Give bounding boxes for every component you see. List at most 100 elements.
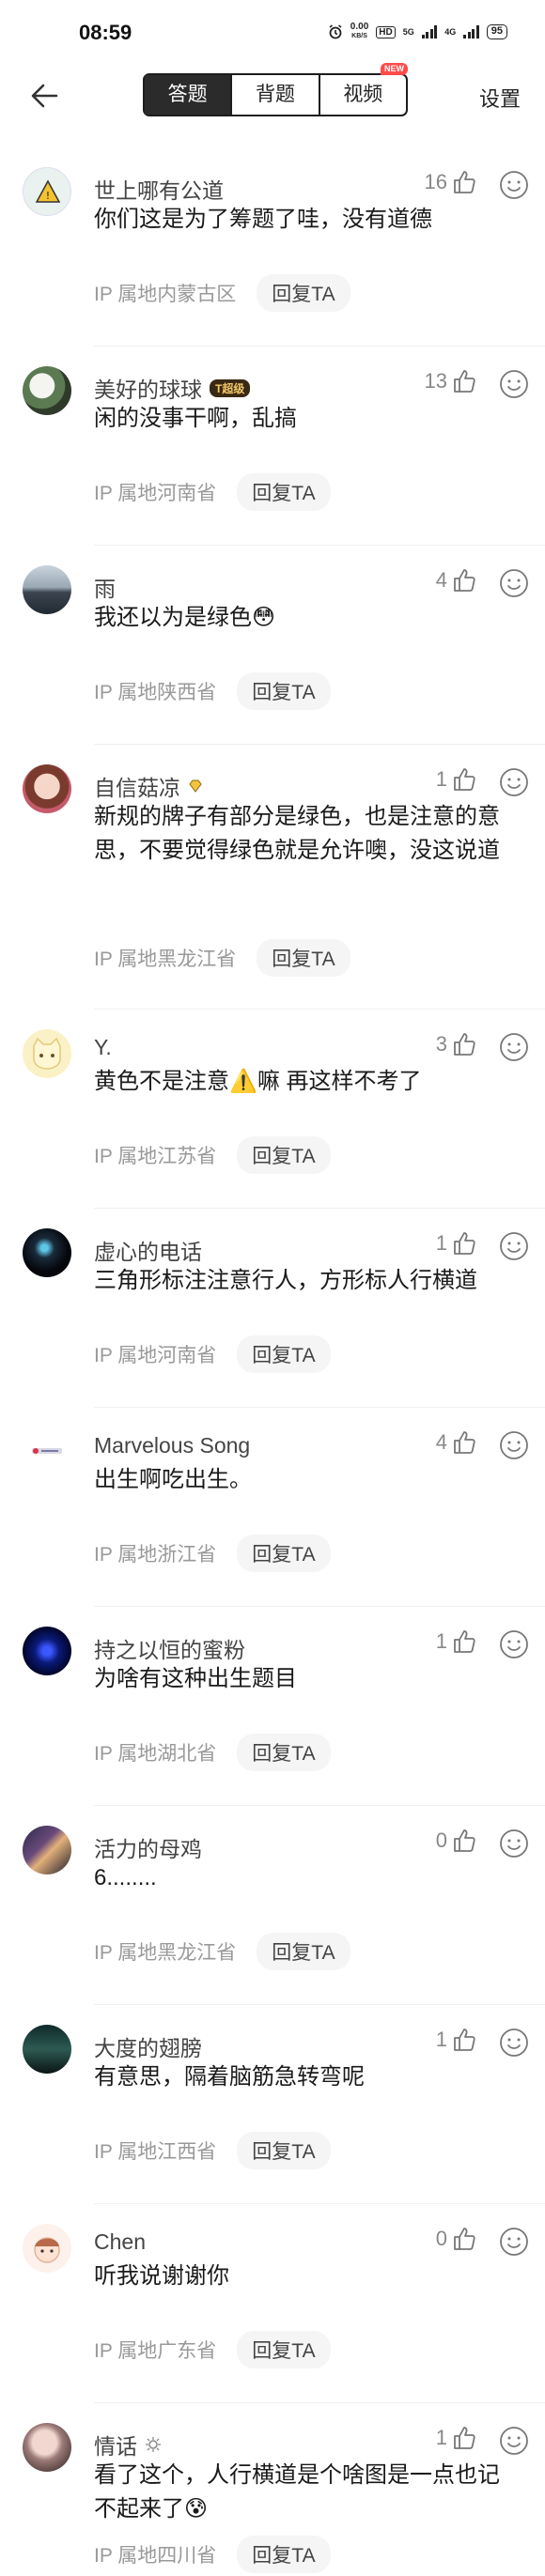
avatar[interactable] bbox=[23, 2224, 71, 2273]
ip-location: IP 属地黑龙江省 bbox=[94, 949, 237, 970]
avatar[interactable] bbox=[23, 2423, 71, 2472]
username[interactable]: 雨 bbox=[94, 571, 116, 603]
music-logo-icon bbox=[32, 1448, 62, 1454]
username[interactable]: 美好的球球 bbox=[94, 372, 202, 404]
emoji-reaction-button[interactable] bbox=[498, 1628, 530, 1660]
like-button[interactable]: 16 bbox=[425, 169, 477, 195]
comment-text: 出生啊吃出生。 bbox=[94, 1467, 252, 1492]
username[interactable]: Marvelous Song bbox=[94, 1433, 250, 1458]
avatar[interactable] bbox=[23, 1427, 71, 1476]
username[interactable]: 持之以恒的蜜粉 bbox=[94, 1632, 245, 1664]
reply-button[interactable]: 回复TA bbox=[237, 473, 331, 511]
divider bbox=[94, 1606, 545, 1607]
comment-meta: IP 属地四川省 回复TA bbox=[94, 2536, 331, 2573]
divider bbox=[94, 1208, 545, 1209]
username[interactable]: 世上哪有公道 bbox=[94, 173, 224, 205]
like-button[interactable]: 1 bbox=[436, 2027, 477, 2053]
ip-location: IP 属地河南省 bbox=[94, 1345, 217, 1366]
username[interactable]: 虚心的电话 bbox=[94, 1234, 202, 1266]
emoji-reaction-button[interactable] bbox=[498, 368, 530, 400]
ip-location: IP 属地江西省 bbox=[94, 2141, 217, 2163]
net-speed-unit: KB/S bbox=[351, 33, 367, 39]
svg-text:!: ! bbox=[46, 190, 50, 202]
reply-button[interactable]: 回复TA bbox=[237, 2331, 331, 2368]
like-button[interactable]: 13 bbox=[425, 368, 477, 394]
like-button[interactable]: 3 bbox=[436, 1031, 477, 1057]
emoji-reaction-button[interactable] bbox=[498, 2027, 530, 2059]
emoji-reaction-button[interactable] bbox=[498, 169, 530, 201]
thumb-up-icon bbox=[454, 2028, 475, 2051]
like-button[interactable]: 1 bbox=[436, 1230, 477, 1257]
emoji-reaction-button[interactable] bbox=[498, 2226, 530, 2258]
warning-sign-icon: ! bbox=[35, 179, 61, 203]
reply-button[interactable]: 回复TA bbox=[257, 939, 350, 977]
like-button[interactable]: 1 bbox=[436, 2425, 477, 2451]
reply-button[interactable]: 回复TA bbox=[237, 672, 331, 710]
like-button[interactable]: 4 bbox=[436, 567, 477, 594]
emoji-reaction-button[interactable] bbox=[498, 1828, 530, 1859]
settings-button[interactable]: 设置 bbox=[479, 83, 521, 113]
tab-video-label: 视频 bbox=[343, 84, 383, 105]
divider bbox=[94, 545, 545, 546]
status-bar: 08:59 0.00 KB/S HD 5G 4G 95 bbox=[0, 0, 545, 66]
like-button[interactable]: 1 bbox=[436, 1628, 477, 1655]
reply-button[interactable]: 回复TA bbox=[237, 2132, 331, 2169]
avatar[interactable] bbox=[23, 1228, 71, 1277]
avatar[interactable] bbox=[23, 1826, 71, 1874]
back-button[interactable] bbox=[26, 77, 64, 115]
comment-text: 有意思，隔着脑筋急转弯呢 bbox=[94, 2064, 365, 2090]
like-button[interactable]: 0 bbox=[436, 2226, 477, 2252]
alarm-icon bbox=[329, 24, 342, 39]
smile-icon bbox=[500, 1829, 528, 1858]
reply-button[interactable]: 回复TA bbox=[237, 1734, 331, 1771]
avatar[interactable]: ! bbox=[23, 167, 71, 216]
signal-icon-2 bbox=[463, 25, 479, 39]
gem-badge-icon bbox=[189, 779, 202, 793]
username[interactable]: 自信菇凉 bbox=[94, 770, 180, 802]
thumb-up-icon bbox=[454, 2228, 475, 2250]
thumb-up-icon bbox=[454, 370, 475, 393]
username[interactable]: 大度的翅膀 bbox=[94, 2030, 202, 2062]
thumb-up-icon bbox=[454, 1232, 475, 1255]
avatar[interactable] bbox=[23, 565, 71, 614]
divider bbox=[94, 2203, 545, 2204]
comment-meta: IP 属地陕西省 回复TA bbox=[94, 672, 331, 710]
ip-location: IP 属地河南省 bbox=[94, 483, 217, 504]
ip-location: IP 属地江苏省 bbox=[94, 1146, 217, 1167]
ip-location: IP 属地内蒙古区 bbox=[94, 284, 237, 305]
emoji-reaction-button[interactable] bbox=[498, 567, 530, 599]
reply-button[interactable]: 回复TA bbox=[237, 1335, 331, 1373]
emoji-reaction-button[interactable] bbox=[498, 1031, 530, 1063]
username[interactable]: Chen bbox=[94, 2229, 146, 2255]
avatar[interactable] bbox=[23, 2025, 71, 2074]
emoji-reaction-button[interactable] bbox=[498, 1230, 530, 1262]
avatar[interactable] bbox=[23, 1029, 71, 1078]
comment-meta: IP 属地河南省 回复TA bbox=[94, 473, 331, 511]
reply-button[interactable]: 回复TA bbox=[237, 1136, 331, 1174]
username[interactable]: 情话 bbox=[94, 2429, 137, 2460]
like-button[interactable]: 0 bbox=[436, 1828, 477, 1854]
reply-button[interactable]: 回复TA bbox=[237, 1535, 331, 1572]
ip-location: IP 属地黑龙江省 bbox=[94, 1942, 237, 1964]
hd-indicator: HD bbox=[376, 25, 396, 39]
comment-text: 我还以为是绿色😳 bbox=[94, 605, 276, 630]
like-button[interactable]: 1 bbox=[436, 766, 477, 793]
reply-button[interactable]: 回复TA bbox=[237, 2536, 331, 2573]
like-button[interactable]: 4 bbox=[436, 1429, 477, 1456]
reply-button[interactable]: 回复TA bbox=[257, 1933, 350, 1970]
avatar[interactable] bbox=[23, 366, 71, 415]
tab-memorize[interactable]: 背题 bbox=[232, 75, 320, 115]
segment-tabs: 答题 背题 视频 NEW bbox=[143, 63, 408, 116]
avatar[interactable] bbox=[23, 764, 71, 813]
reply-button[interactable]: 回复TA bbox=[257, 274, 350, 312]
tab-video[interactable]: 视频 NEW bbox=[320, 63, 408, 115]
emoji-reaction-button[interactable] bbox=[498, 2425, 530, 2457]
username[interactable]: Y. bbox=[94, 1035, 112, 1060]
tab-answer[interactable]: 答题 bbox=[145, 75, 233, 115]
emoji-reaction-button[interactable] bbox=[498, 1429, 530, 1461]
vip-badge: T超级 bbox=[210, 378, 251, 397]
thumb-up-icon bbox=[454, 569, 475, 592]
username[interactable]: 活力的母鸡 bbox=[94, 1831, 202, 1863]
avatar[interactable] bbox=[23, 1627, 71, 1675]
emoji-reaction-button[interactable] bbox=[498, 766, 530, 798]
